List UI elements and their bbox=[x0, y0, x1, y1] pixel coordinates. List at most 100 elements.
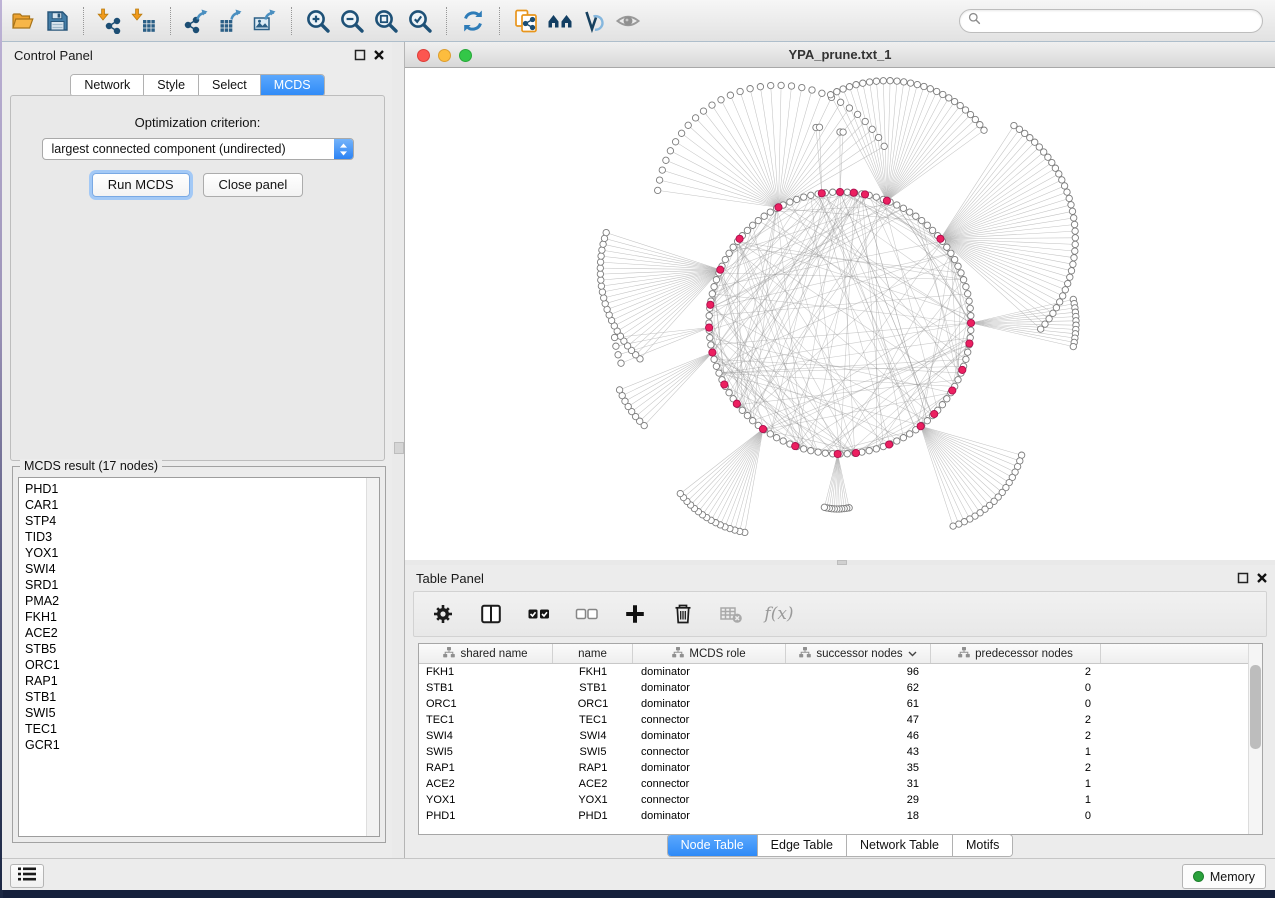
float-table-panel-icon[interactable] bbox=[1237, 571, 1249, 589]
mcds-result-item[interactable]: FKH1 bbox=[25, 609, 379, 625]
column-header-predecessor-nodes[interactable]: predecessor nodes bbox=[931, 644, 1101, 663]
mcds-result-item[interactable]: SWI4 bbox=[25, 561, 379, 577]
table-row[interactable]: STB1STB1dominator620 bbox=[419, 680, 1262, 696]
duplicate-network-icon[interactable] bbox=[509, 3, 543, 39]
close-table-panel-icon[interactable] bbox=[1256, 571, 1268, 589]
mcds-result-item[interactable]: CAR1 bbox=[25, 497, 379, 513]
column-header-filler bbox=[1101, 644, 1262, 663]
mcds-result-item[interactable]: ACE2 bbox=[25, 625, 379, 641]
memory-status-icon bbox=[1193, 871, 1204, 882]
mcds-result-item[interactable]: STB1 bbox=[25, 689, 379, 705]
control-panel-tabs: NetworkStyleSelectMCDS bbox=[3, 74, 392, 97]
zoom-selected-icon[interactable] bbox=[403, 3, 437, 39]
mcds-result-item[interactable]: PMA2 bbox=[25, 593, 379, 609]
column-header-successor-nodes[interactable]: successor nodes bbox=[786, 644, 931, 663]
zoom-out-icon[interactable] bbox=[335, 3, 369, 39]
table-cell: STB1 bbox=[419, 682, 553, 694]
import-network-icon[interactable] bbox=[93, 3, 127, 39]
mcds-result-item[interactable]: PHD1 bbox=[25, 481, 379, 497]
mcds-result-item[interactable]: SRD1 bbox=[25, 577, 379, 593]
table-row[interactable]: PHD1PHD1dominator180 bbox=[419, 808, 1262, 824]
task-history-button[interactable] bbox=[10, 864, 44, 888]
columns-icon[interactable] bbox=[478, 601, 504, 627]
column-header-shared-name[interactable]: shared name bbox=[419, 644, 553, 663]
table-cell: dominator bbox=[633, 666, 786, 678]
vizmapper-icon[interactable] bbox=[577, 3, 611, 39]
tab-mcds[interactable]: MCDS bbox=[261, 75, 324, 96]
network-graph[interactable] bbox=[405, 68, 1275, 559]
mcds-result-item[interactable]: TEC1 bbox=[25, 721, 379, 737]
mcds-result-item[interactable]: STB5 bbox=[25, 641, 379, 657]
minimize-window-icon[interactable] bbox=[438, 49, 451, 62]
table-tab-node-table[interactable]: Node Table bbox=[668, 835, 758, 856]
optimization-criterion-select[interactable]: largest connected component (undirected) bbox=[42, 138, 354, 160]
table-row[interactable]: ACE2ACE2connector311 bbox=[419, 776, 1262, 792]
table-tab-edge-table[interactable]: Edge Table bbox=[758, 835, 847, 856]
tab-network[interactable]: Network bbox=[71, 75, 144, 96]
tree-icon bbox=[672, 647, 684, 661]
table-cell: dominator bbox=[633, 762, 786, 774]
refresh-icon[interactable] bbox=[456, 3, 490, 39]
mcds-result-item[interactable]: TID3 bbox=[25, 529, 379, 545]
zoom-in-icon[interactable] bbox=[301, 3, 335, 39]
table-cell: YOX1 bbox=[553, 794, 633, 806]
table-row[interactable]: YOX1YOX1connector291 bbox=[419, 792, 1262, 808]
zoom-fit-icon[interactable] bbox=[369, 3, 403, 39]
run-mcds-button[interactable]: Run MCDS bbox=[92, 173, 190, 197]
table-row[interactable]: ORC1ORC1dominator610 bbox=[419, 696, 1262, 712]
mcds-result-item[interactable]: STP4 bbox=[25, 513, 379, 529]
table-tab-network-table[interactable]: Network Table bbox=[847, 835, 953, 856]
trash-icon[interactable] bbox=[670, 601, 696, 627]
table-tabs: Node TableEdge TableNetwork TableMotifs bbox=[405, 834, 1275, 857]
table-tab-motifs[interactable]: Motifs bbox=[953, 835, 1012, 856]
mcds-result-list[interactable]: PHD1CAR1STP4TID3YOX1SWI4SRD1PMA2FKH1ACE2… bbox=[18, 477, 380, 837]
mcds-panel: Optimization criterion: largest connecte… bbox=[10, 95, 385, 461]
add-icon[interactable] bbox=[622, 601, 648, 627]
export-image-icon[interactable] bbox=[248, 3, 282, 39]
close-window-icon[interactable] bbox=[417, 49, 430, 62]
export-network-icon[interactable] bbox=[180, 3, 214, 39]
table-row[interactable]: RAP1RAP1dominator352 bbox=[419, 760, 1262, 776]
search-network-icon[interactable] bbox=[543, 3, 577, 39]
export-table-icon[interactable] bbox=[214, 3, 248, 39]
float-panel-icon[interactable] bbox=[354, 48, 366, 66]
table-cell: 0 bbox=[931, 810, 1101, 822]
select-all-icon[interactable] bbox=[526, 601, 552, 627]
table-row[interactable]: TEC1TEC1connector472 bbox=[419, 712, 1262, 728]
open-folder-icon[interactable] bbox=[6, 3, 40, 39]
unselect-all-icon[interactable] bbox=[574, 601, 600, 627]
network-search-box[interactable] bbox=[959, 9, 1263, 33]
network-window-titlebar: YPA_prune.txt_1 bbox=[405, 42, 1275, 68]
close-panel-icon[interactable] bbox=[373, 48, 385, 66]
network-canvas[interactable] bbox=[405, 68, 1275, 560]
vertical-splitter-handle[interactable] bbox=[394, 442, 404, 454]
table-cell: ORC1 bbox=[553, 698, 633, 710]
function-icon: f(x) bbox=[766, 601, 792, 627]
save-icon[interactable] bbox=[40, 3, 74, 39]
mcds-result-item[interactable]: YOX1 bbox=[25, 545, 379, 561]
show-graphics-icon[interactable] bbox=[611, 3, 645, 39]
table-cell: SWI5 bbox=[419, 746, 553, 758]
table-scrollbar-thumb[interactable] bbox=[1250, 665, 1261, 749]
mcds-result-item[interactable]: RAP1 bbox=[25, 673, 379, 689]
tab-style[interactable]: Style bbox=[144, 75, 199, 96]
memory-button[interactable]: Memory bbox=[1182, 864, 1266, 889]
table-row[interactable]: SWI5SWI5connector431 bbox=[419, 744, 1262, 760]
column-header-MCDS-role[interactable]: MCDS role bbox=[633, 644, 786, 663]
column-header-name[interactable]: name bbox=[553, 644, 633, 663]
vertical-splitter[interactable] bbox=[392, 42, 405, 858]
tab-select[interactable]: Select bbox=[199, 75, 261, 96]
optimization-criterion-value: largest connected component (undirected) bbox=[43, 139, 353, 159]
mcds-list-scrollbar[interactable] bbox=[366, 478, 379, 836]
table-row[interactable]: FKH1FKH1dominator962 bbox=[419, 664, 1262, 680]
table-row[interactable]: SWI4SWI4dominator462 bbox=[419, 728, 1262, 744]
maximize-window-icon[interactable] bbox=[459, 49, 472, 62]
search-input[interactable] bbox=[986, 13, 1254, 29]
table-cell: 46 bbox=[786, 730, 931, 742]
mcds-result-item[interactable]: SWI5 bbox=[25, 705, 379, 721]
mcds-result-item[interactable]: GCR1 bbox=[25, 737, 379, 753]
import-table-icon[interactable] bbox=[127, 3, 161, 39]
close-panel-button[interactable]: Close panel bbox=[203, 173, 304, 197]
gear-icon[interactable] bbox=[430, 601, 456, 627]
mcds-result-item[interactable]: ORC1 bbox=[25, 657, 379, 673]
